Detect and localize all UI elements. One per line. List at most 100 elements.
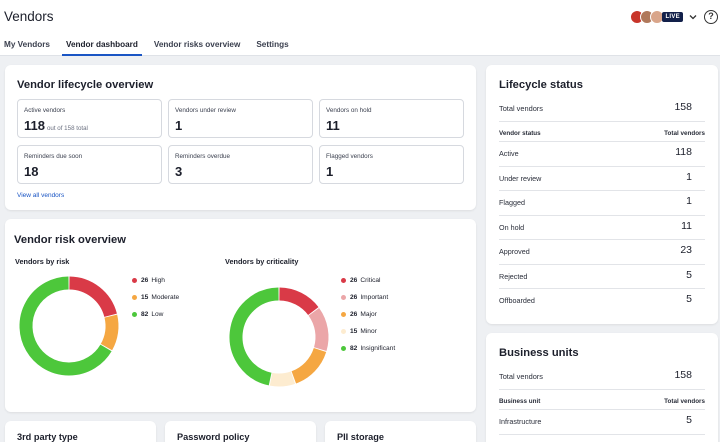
table-row[interactable]: Under review 1	[499, 167, 705, 191]
legend-value: 26	[350, 310, 358, 318]
legend-item-major[interactable]: 26 Major	[341, 310, 395, 318]
legend-value: 82	[141, 310, 149, 318]
password-policy-card: Password policy	[165, 421, 316, 442]
donut-slice-major[interactable]	[291, 347, 327, 384]
legend-label: Insignificant	[360, 344, 396, 352]
stat-reminders-overdue[interactable]: Reminders overdue 3	[168, 145, 313, 184]
stat-value: 1	[326, 164, 334, 179]
table-header: Business unit Total vendors	[499, 395, 705, 410]
legend-dot	[132, 294, 137, 300]
table-row[interactable]: Rejected 5	[499, 265, 705, 289]
legend-value: 15	[350, 327, 358, 335]
pii-storage-card: PII storage	[325, 421, 476, 442]
row-value: 11	[681, 219, 692, 232]
donut-slice-moderate[interactable]	[100, 314, 119, 351]
stat-flagged-vendors[interactable]: Flagged vendors 1	[319, 145, 464, 184]
legend-value: 26	[141, 276, 149, 284]
legend-value: 26	[350, 276, 358, 284]
legend-item-low[interactable]: 82 Low	[132, 310, 179, 318]
donut-slice-insignificant[interactable]	[229, 287, 279, 386]
table-row[interactable]: Offboarded 5	[499, 289, 705, 314]
business-units-card: Business units Total vendors 158 Busines…	[486, 333, 718, 442]
stat-label: Flagged vendors	[326, 153, 373, 160]
row-value: 5	[686, 268, 692, 281]
row-value: 23	[680, 244, 692, 256]
donut-slice-important[interactable]	[308, 307, 329, 351]
total-row: Total vendors 158	[499, 366, 705, 390]
legend-item-moderate[interactable]: 15 Moderate	[132, 293, 179, 301]
card-title: Password policy	[177, 432, 250, 442]
table-row[interactable]: Flagged 1	[499, 191, 705, 216]
legend-item-minor[interactable]: 15 Minor	[341, 327, 395, 335]
tab-my-vendors[interactable]: My Vendors	[0, 38, 58, 56]
chart-title: Vendors by criticality	[225, 257, 299, 266]
stat-reminders-due-soon[interactable]: Reminders due soon 18	[17, 145, 162, 184]
total-row: Total vendors 158	[499, 98, 705, 122]
legend-value: 15	[141, 293, 149, 301]
view-all-vendors-link[interactable]: View all vendors	[17, 192, 64, 199]
chart-title: Vendors by risk	[15, 257, 70, 266]
legend-label: Minor	[360, 327, 377, 335]
total-value: 158	[674, 101, 692, 113]
column-header: Total vendors	[664, 130, 705, 137]
row-label: Infrastructure	[499, 417, 542, 426]
legend-label: Important	[360, 293, 389, 301]
legend-item-insignificant[interactable]: 82 Insignificant	[341, 344, 395, 352]
live-badge: LIVE	[662, 12, 683, 22]
legend-dot	[341, 277, 346, 283]
total-label: Total vendors	[499, 104, 543, 113]
legend-item-high[interactable]: 26 High	[132, 276, 179, 284]
donut-slice-high[interactable]	[69, 276, 117, 318]
legend-item-critical[interactable]: 26 Critical	[341, 276, 395, 284]
legend-label: High	[151, 276, 165, 284]
stat-value: 3	[175, 164, 183, 179]
legend-label: Major	[360, 310, 377, 318]
header-actions: LIVE ?	[630, 7, 720, 27]
table-row[interactable]: On hold 11	[499, 216, 705, 240]
help-icon[interactable]: ?	[704, 10, 718, 24]
stat-label: Reminders due soon	[24, 153, 83, 160]
lifecycle-status-card: Lifecycle status Total vendors 158 Vendo…	[486, 65, 718, 324]
legend-dot	[341, 345, 346, 351]
stat-active-vendors[interactable]: Active vendors 118 out of 158 total	[17, 99, 162, 138]
row-value: 5	[686, 293, 692, 305]
stat-label: Vendors on hold	[326, 107, 372, 114]
table-row[interactable]: Active 118	[499, 142, 705, 167]
table-header: Vendor status Total vendors	[499, 127, 705, 142]
card-title: 3rd party type	[17, 432, 78, 442]
stat-vendors-on-hold[interactable]: Vendors on hold 11	[319, 99, 464, 138]
tab-bar: My Vendors Vendor dashboard Vendor risks…	[0, 38, 297, 56]
row-value: 118	[675, 146, 692, 158]
donut-slice-critical[interactable]	[279, 287, 319, 316]
stat-vendors-under-review[interactable]: Vendors under review 1	[168, 99, 313, 138]
tab-vendor-risks-overview[interactable]: Vendor risks overview	[146, 38, 248, 56]
stat-value: 18	[24, 164, 39, 179]
chevron-down-icon[interactable]	[688, 12, 698, 22]
legend-item-important[interactable]: 26 Important	[341, 293, 395, 301]
legend-label: Critical	[360, 276, 381, 284]
row-label: Flagged	[499, 198, 525, 207]
stat-label: Vendors under review	[175, 107, 236, 114]
tab-settings[interactable]: Settings	[248, 38, 296, 56]
lifecycle-overview-card: Vendor lifecycle overview Active vendors…	[5, 65, 476, 210]
row-label: Under review	[499, 173, 542, 183]
table-row[interactable]: Infrastructure 5	[499, 410, 705, 435]
tab-vendor-dashboard[interactable]: Vendor dashboard	[58, 38, 146, 56]
top-bar: Vendors LIVE ? My Vendors Vendor dashboa…	[0, 0, 720, 56]
legend-dot	[341, 328, 346, 334]
row-label: Rejected	[499, 271, 528, 281]
table-row[interactable]: Approved 23	[499, 240, 705, 265]
legend-criticality: 26 Critical 26 Important 26 Major 15 Minor 82 Ins…	[341, 276, 395, 361]
risk-overview-card: Vendor risk overview Vendors by risk 26 H…	[5, 219, 476, 412]
stat-value: 118 out of 158 total	[24, 118, 88, 133]
card-title: PII storage	[337, 432, 384, 442]
column-header: Vendor status	[499, 130, 541, 137]
column-header: Business unit	[499, 398, 541, 405]
row-label: Offboarded	[499, 296, 535, 305]
column-header: Total vendors	[664, 398, 705, 405]
donut-slice-minor[interactable]	[269, 371, 296, 387]
stat-value: 1	[175, 118, 183, 133]
card-title: Vendor lifecycle overview	[17, 79, 154, 91]
legend-value: 26	[350, 293, 358, 301]
card-title: Business units	[499, 347, 579, 359]
